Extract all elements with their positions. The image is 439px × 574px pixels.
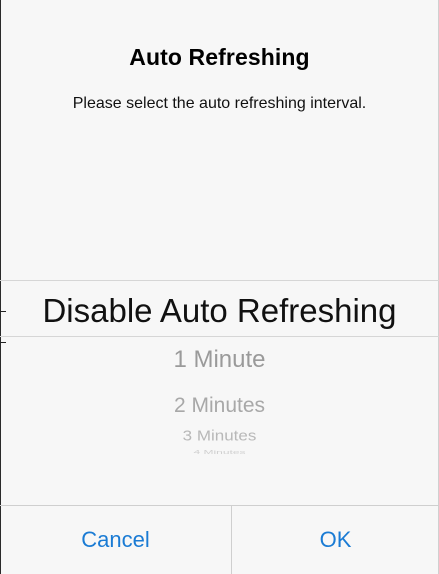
picker-option[interactable]: 1 Minute — [0, 346, 439, 374]
interval-picker[interactable]: Disable Auto Refreshing 1 Minute 2 Minut… — [0, 270, 439, 470]
picker-option[interactable]: 3 Minutes — [0, 428, 439, 445]
picker-selection-bottom-line — [0, 336, 439, 337]
picker-selection-top-line — [0, 280, 439, 281]
ok-button[interactable]: OK — [232, 506, 439, 574]
cancel-button[interactable]: Cancel — [0, 506, 231, 574]
dialog-message: Please select the auto refreshing interv… — [72, 95, 367, 112]
picker-option[interactable]: 2 Minutes — [0, 394, 439, 418]
picker-option[interactable]: 4 Minutes — [0, 449, 439, 455]
auto-refresh-dialog: Auto Refreshing Please select the auto r… — [0, 0, 439, 574]
dialog-title: Auto Refreshing — [129, 44, 310, 70]
picker-edge-tick-bottom — [0, 342, 6, 343]
picker-option-selected[interactable]: Disable Auto Refreshing — [0, 292, 439, 330]
